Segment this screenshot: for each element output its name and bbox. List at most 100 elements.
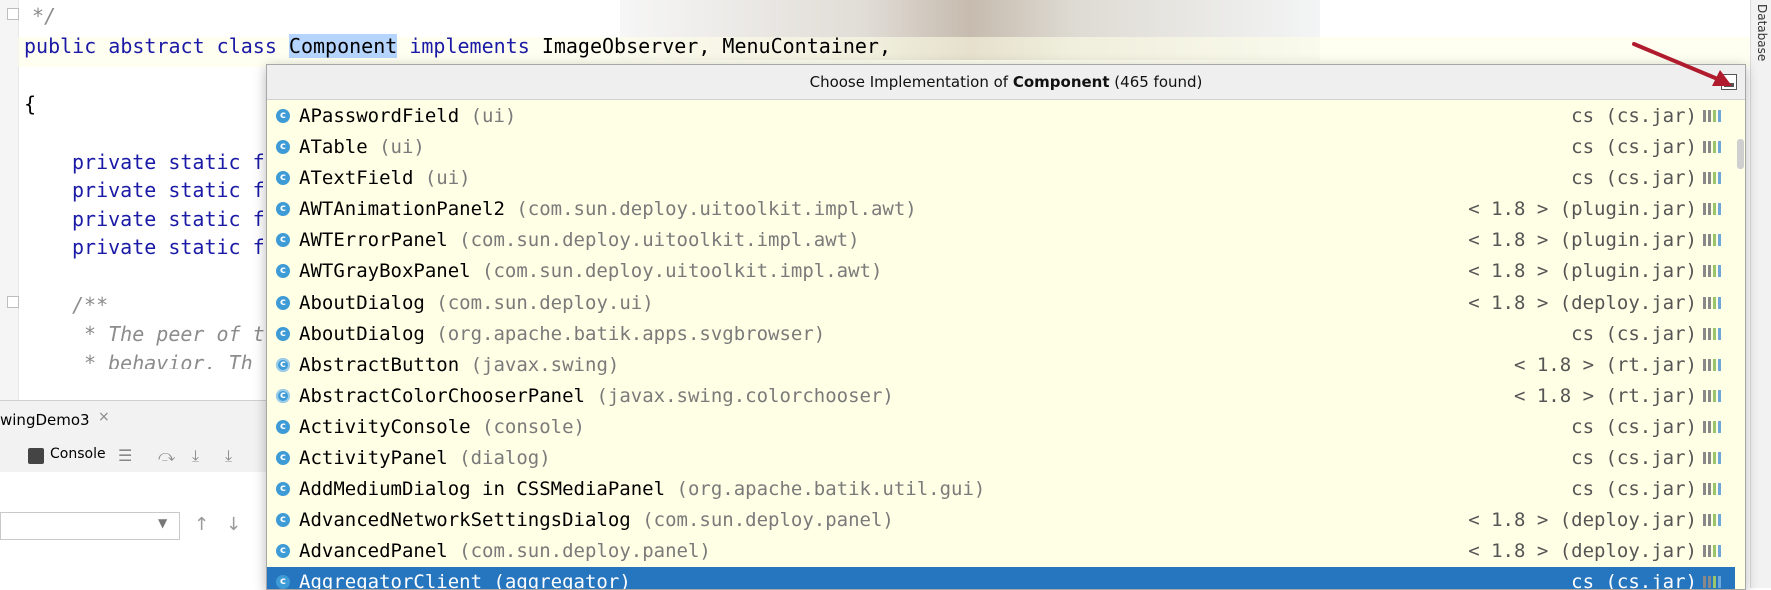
highlighted-identifier[interactable]: Component: [288, 34, 398, 58]
package-name: (ui): [424, 167, 471, 190]
library-icon: [1703, 172, 1721, 185]
list-item[interactable]: c AdvancedNetworkSettingsDialog (com.sun.…: [267, 505, 1745, 536]
code-line[interactable]: private static f: [72, 150, 265, 174]
arrow-down-icon[interactable]: ↓: [226, 514, 241, 535]
class-icon: c: [276, 109, 290, 123]
class-name: AboutDialog: [299, 291, 425, 314]
right-tool-strip: Database: [1750, 0, 1771, 588]
library-icon: [1703, 483, 1721, 496]
library-location: < 1.8 > (deploy.jar): [1468, 540, 1697, 563]
popup-title-class: Component: [1012, 73, 1110, 91]
annotation-arrow-icon: [1632, 42, 1732, 86]
package-name: (com.sun.deploy.uitoolkit.impl.awt): [516, 198, 917, 221]
class-name: AWTAnimationPanel2: [299, 198, 505, 221]
list-item[interactable]: c AboutDialog (org.apache.batik.apps.svgb…: [267, 319, 1745, 350]
library-location: cs (cs.jar): [1571, 167, 1697, 190]
library-location: < 1.8 > (deploy.jar): [1468, 509, 1697, 532]
library-icon: [1703, 203, 1721, 216]
library-icon: [1703, 452, 1721, 465]
library-location: < 1.8 > (deploy.jar): [1468, 291, 1697, 314]
class-icon: c: [276, 202, 290, 217]
implementation-list[interactable]: c APasswordField (ui) cs (cs.jar) c ATable …: [267, 101, 1745, 589]
list-item[interactable]: c AWTGrayBoxPanel (com.sun.deploy.uitoolk…: [267, 256, 1745, 287]
list-item-selected[interactable]: c AggregatorClient (aggregator) cs (cs.jar…: [267, 567, 1745, 589]
abstract-class-icon: c: [276, 357, 290, 372]
menu-lines-icon[interactable]: ☰: [118, 446, 132, 465]
package-name: (com.sun.deploy.ui): [436, 291, 654, 314]
list-item[interactable]: c APasswordField (ui) cs (cs.jar): [267, 101, 1745, 132]
list-item[interactable]: c AWTErrorPanel (com.sun.deploy.uitoolkit…: [267, 225, 1745, 256]
class-icon: c: [276, 326, 290, 341]
close-tab-icon[interactable]: ×: [98, 409, 110, 425]
code-line[interactable]: private static f: [72, 207, 265, 231]
class-icon: c: [276, 295, 290, 310]
frame-select[interactable]: [0, 512, 180, 540]
arrow-up-icon[interactable]: ↑: [194, 514, 209, 535]
library-location: < 1.8 > (rt.jar): [1513, 384, 1697, 407]
code-line[interactable]: private static f: [72, 178, 265, 202]
code-text: ImageObserver, MenuContainer,: [541, 34, 892, 58]
library-location: < 1.8 > (rt.jar): [1513, 353, 1697, 376]
class-name: AbstractButton: [299, 353, 460, 376]
package-name: (javax.swing.colorchooser): [596, 384, 894, 407]
class-icon: c: [276, 419, 290, 434]
library-location: cs (cs.jar): [1571, 322, 1697, 345]
package-name: (com.sun.deploy.panel): [459, 540, 711, 563]
popup-title: Choose Implementation of Component (465 …: [267, 65, 1745, 100]
package-name: (ui): [379, 136, 425, 159]
code-line[interactable]: * behavior. Th: [72, 351, 253, 369]
class-name: AdvancedNetworkSettingsDialog: [299, 509, 631, 532]
run-config-tab[interactable]: wingDemo3: [0, 411, 90, 429]
list-item[interactable]: c AbstractColorChooserPanel (javax.swing.…: [267, 381, 1745, 412]
class-icon: c: [276, 544, 290, 559]
list-item[interactable]: c ATextField (ui) cs (cs.jar): [267, 163, 1745, 194]
popup-title-count: (465 found): [1109, 73, 1203, 91]
library-location: < 1.8 > (plugin.jar): [1468, 229, 1697, 252]
scrollbar-thumb[interactable]: [1737, 139, 1744, 169]
list-item[interactable]: c AWTAnimationPanel2 (com.sun.deploy.uito…: [267, 194, 1745, 225]
code-line[interactable]: */: [32, 4, 56, 28]
database-tool-tab[interactable]: Database: [1755, 4, 1769, 61]
popup-scrollbar[interactable]: [1735, 101, 1745, 589]
library-icon: [1703, 514, 1721, 527]
editor-gutter: [0, 0, 19, 400]
list-item[interactable]: c AdvancedPanel (com.sun.deploy.panel) < 1…: [267, 536, 1745, 567]
list-item[interactable]: c ATable (ui) cs (cs.jar): [267, 132, 1745, 163]
package-name: (dialog): [459, 447, 551, 470]
code-line[interactable]: public abstract class Component implemen…: [24, 34, 891, 58]
library-icon: [1703, 234, 1721, 247]
library-icon: [1703, 358, 1721, 371]
step-into-icon[interactable]: ⤓: [192, 446, 199, 466]
library-icon: [1703, 265, 1721, 278]
list-item[interactable]: c AddMediumDialog in CSSMediaPanel (org.a…: [267, 474, 1745, 505]
list-item[interactable]: c ActivityConsole (console) cs (cs.jar): [267, 412, 1745, 443]
package-name: (com.sun.deploy.uitoolkit.impl.awt): [482, 260, 883, 283]
choose-implementation-popup[interactable]: Choose Implementation of Component (465 …: [266, 64, 1746, 590]
list-item[interactable]: c AboutDialog (com.sun.deploy.ui) < 1.8 > …: [267, 288, 1745, 319]
library-location: cs (cs.jar): [1571, 105, 1697, 127]
class-name: AWTErrorPanel: [299, 229, 448, 252]
code-line[interactable]: {: [24, 92, 36, 116]
package-name: (com.sun.deploy.panel): [642, 509, 894, 532]
library-icon: [1703, 389, 1721, 402]
list-item[interactable]: c ActivityPanel (dialog) cs (cs.jar): [267, 443, 1745, 474]
code-line[interactable]: private static f: [72, 235, 265, 259]
chevron-down-icon[interactable]: ▼: [158, 516, 167, 530]
package-name: (org.apache.batik.apps.svgbrowser): [436, 322, 826, 345]
package-name: (ui): [470, 105, 517, 127]
class-name: AddMediumDialog in CSSMediaPanel: [299, 478, 666, 501]
force-step-into-icon[interactable]: ⤓: [225, 446, 232, 466]
list-item[interactable]: c AbstractButton (javax.swing) < 1.8 > (rt…: [267, 350, 1745, 381]
step-over-icon[interactable]: ⤼: [158, 446, 175, 466]
class-icon: c: [276, 140, 290, 155]
library-location: < 1.8 > (plugin.jar): [1468, 260, 1697, 283]
library-location: cs (cs.jar): [1571, 478, 1697, 501]
class-name: AboutDialog: [299, 322, 425, 345]
console-tab[interactable]: Console: [50, 446, 106, 462]
library-location: cs (cs.jar): [1571, 447, 1697, 470]
code-line[interactable]: * The peer of t: [72, 322, 265, 346]
code-line[interactable]: /**: [72, 293, 108, 317]
class-name: AWTGrayBoxPanel: [299, 260, 471, 283]
fold-marker[interactable]: [7, 8, 19, 20]
fold-marker[interactable]: [7, 296, 19, 308]
